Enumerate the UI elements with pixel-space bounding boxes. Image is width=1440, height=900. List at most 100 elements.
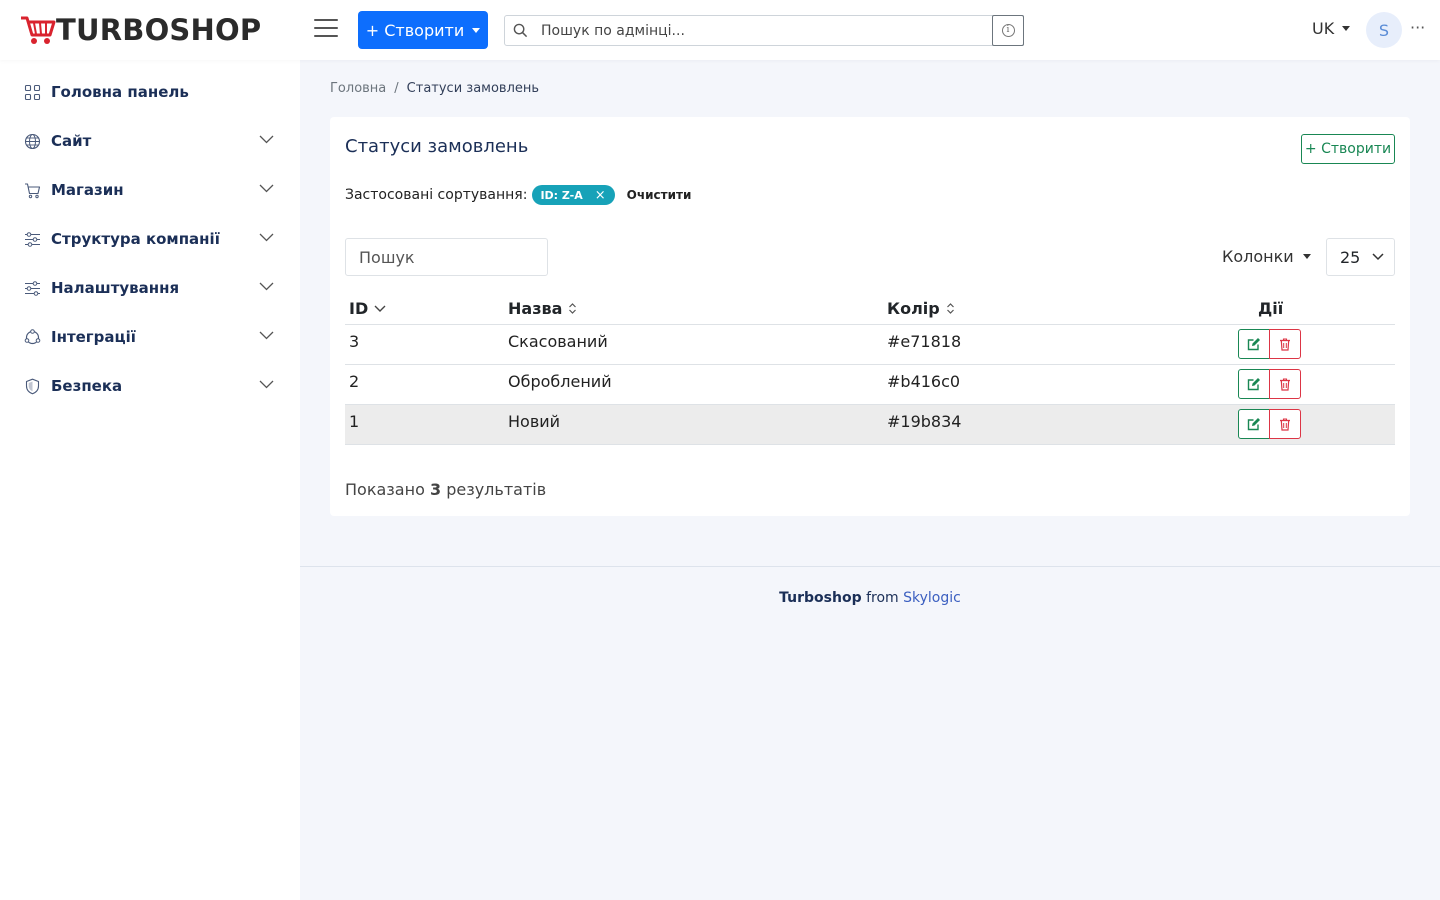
clear-sorts-button[interactable]: Очистити <box>627 188 692 202</box>
sidebar-item-label: Головна панель <box>51 83 189 101</box>
summary-suffix: результатів <box>446 480 547 499</box>
per-page-value: 25 <box>1340 247 1361 267</box>
order-statuses-card: Статуси замовлень + Створити Застосовані… <box>330 117 1410 516</box>
footer-brand: Turboshop <box>779 590 862 606</box>
sort-icon <box>569 303 577 314</box>
table-header: ID Назва Колір Дії <box>345 289 1395 325</box>
chevron-down-icon <box>259 184 274 193</box>
sidebar-item-label: Безпека <box>51 377 123 395</box>
edit-button[interactable] <box>1238 369 1270 399</box>
column-header-label: ID <box>349 299 369 318</box>
breadcrumb-home-link[interactable]: Головна <box>330 81 386 96</box>
footer: Turboshop from Skylogic <box>300 566 1440 900</box>
columns-label: Колонки <box>1222 247 1294 266</box>
create-status-button[interactable]: + Створити <box>1301 134 1395 164</box>
avatar[interactable]: S <box>1366 12 1402 48</box>
row-actions <box>1238 409 1301 439</box>
table-search-input[interactable] <box>345 238 548 276</box>
sidebar-item-label: Сайт <box>51 132 92 150</box>
per-page-select[interactable]: 25 <box>1326 238 1395 276</box>
trash-icon <box>1280 417 1290 431</box>
chevron-down-icon <box>1372 253 1384 261</box>
language-dropdown[interactable]: UK <box>1312 19 1351 38</box>
edit-icon <box>1247 378 1260 391</box>
sidebar-item-shop[interactable]: Магазин <box>0 175 300 205</box>
delete-button[interactable] <box>1269 369 1301 399</box>
column-header-name[interactable]: Назва <box>508 299 577 318</box>
search-info-button[interactable]: i <box>992 15 1024 46</box>
sidebar-item-integrations[interactable]: Інтеграції <box>0 322 300 352</box>
row-actions <box>1238 329 1301 359</box>
statuses-table: ID Назва Колір Дії 3 Скасований #e71818 <box>345 289 1395 445</box>
sidebar-item-site[interactable]: Сайт <box>0 126 300 156</box>
sort-badge-label: ID: Z-A <box>540 188 583 202</box>
search-icon <box>505 23 535 38</box>
column-header-label: Дії <box>1258 299 1284 318</box>
applied-sorts: Застосовані сортування: ID: Z-A × Очисти… <box>345 185 691 205</box>
sort-desc-icon <box>374 305 386 312</box>
cell-color: #b416c0 <box>887 372 961 391</box>
edit-icon <box>1247 338 1260 351</box>
chevron-down-icon <box>259 282 274 291</box>
menu-toggle-icon[interactable] <box>314 19 338 41</box>
table-row: 1 Новий #19b834 <box>345 405 1395 445</box>
sidebar-item-security[interactable]: Безпека <box>0 371 300 401</box>
create-button-label: + Створити <box>365 20 465 40</box>
cell-id: 1 <box>349 412 360 431</box>
footer-from: from <box>866 590 899 606</box>
caret-down-icon <box>472 27 481 33</box>
page-title: Статуси замовлень <box>345 136 529 157</box>
delete-button[interactable] <box>1269 409 1301 439</box>
edit-button[interactable] <box>1238 329 1270 359</box>
row-actions <box>1238 369 1301 399</box>
footer-text: Turboshop from Skylogic <box>300 590 1440 606</box>
top-bar: TURBOSHOP + Створити i UK S ··· <box>0 0 1440 60</box>
grid-icon <box>24 84 41 101</box>
admin-search-input[interactable] <box>535 22 992 39</box>
sidebar-item-company-structure[interactable]: Структура компанії <box>0 224 300 254</box>
edit-icon <box>1247 418 1260 431</box>
close-icon[interactable]: × <box>595 188 606 203</box>
sidebar: Головна панель Сайт Магазин Структура ко… <box>0 60 300 900</box>
applied-sorts-label: Застосовані сортування: <box>345 187 528 203</box>
create-dropdown-button[interactable]: + Створити <box>358 11 488 49</box>
chevron-down-icon <box>259 380 274 389</box>
column-header-id[interactable]: ID <box>349 299 386 318</box>
globe-icon <box>24 133 41 150</box>
delete-button[interactable] <box>1269 329 1301 359</box>
chevron-down-icon <box>259 233 274 242</box>
trash-icon <box>1280 337 1290 351</box>
trash-icon <box>1280 377 1290 391</box>
edit-button[interactable] <box>1238 409 1270 439</box>
caret-down-icon <box>1342 26 1351 31</box>
footer-company-link[interactable]: Skylogic <box>903 590 961 606</box>
cart-icon <box>25 183 41 199</box>
sidebar-item-label: Налаштування <box>51 279 180 297</box>
cell-name: Новий <box>508 412 561 431</box>
column-header-color[interactable]: Колір <box>887 299 955 318</box>
breadcrumb: Головна / Статуси замовлень <box>330 81 539 96</box>
logo-text: TURBOSHOP <box>56 13 262 47</box>
table-row: 3 Скасований #e71818 <box>345 325 1395 365</box>
sidebar-item-settings[interactable]: Налаштування <box>0 273 300 303</box>
language-label: UK <box>1312 19 1335 38</box>
admin-search: i <box>504 15 1024 46</box>
integrations-icon <box>24 329 41 345</box>
sliders-icon <box>25 232 40 247</box>
logo[interactable]: TURBOSHOP <box>20 13 261 47</box>
sort-icon <box>946 303 954 314</box>
sidebar-item-label: Магазин <box>51 181 124 199</box>
more-icon[interactable]: ··· <box>1410 18 1425 37</box>
cell-color: #e71818 <box>887 332 962 351</box>
sidebar-item-dashboard[interactable]: Головна панель <box>0 77 300 107</box>
chevron-down-icon <box>259 135 274 144</box>
sidebar-item-label: Структура компанії <box>51 230 220 248</box>
columns-dropdown[interactable]: Колонки <box>1222 247 1311 266</box>
settings-sliders-icon <box>25 281 40 296</box>
column-header-actions: Дії <box>1258 299 1283 318</box>
summary-prefix: Показано <box>345 480 425 499</box>
summary-count: 3 <box>429 480 442 499</box>
caret-down-icon <box>1302 254 1311 259</box>
breadcrumb-current: Статуси замовлень <box>406 81 540 96</box>
cell-name: Оброблений <box>508 372 612 391</box>
